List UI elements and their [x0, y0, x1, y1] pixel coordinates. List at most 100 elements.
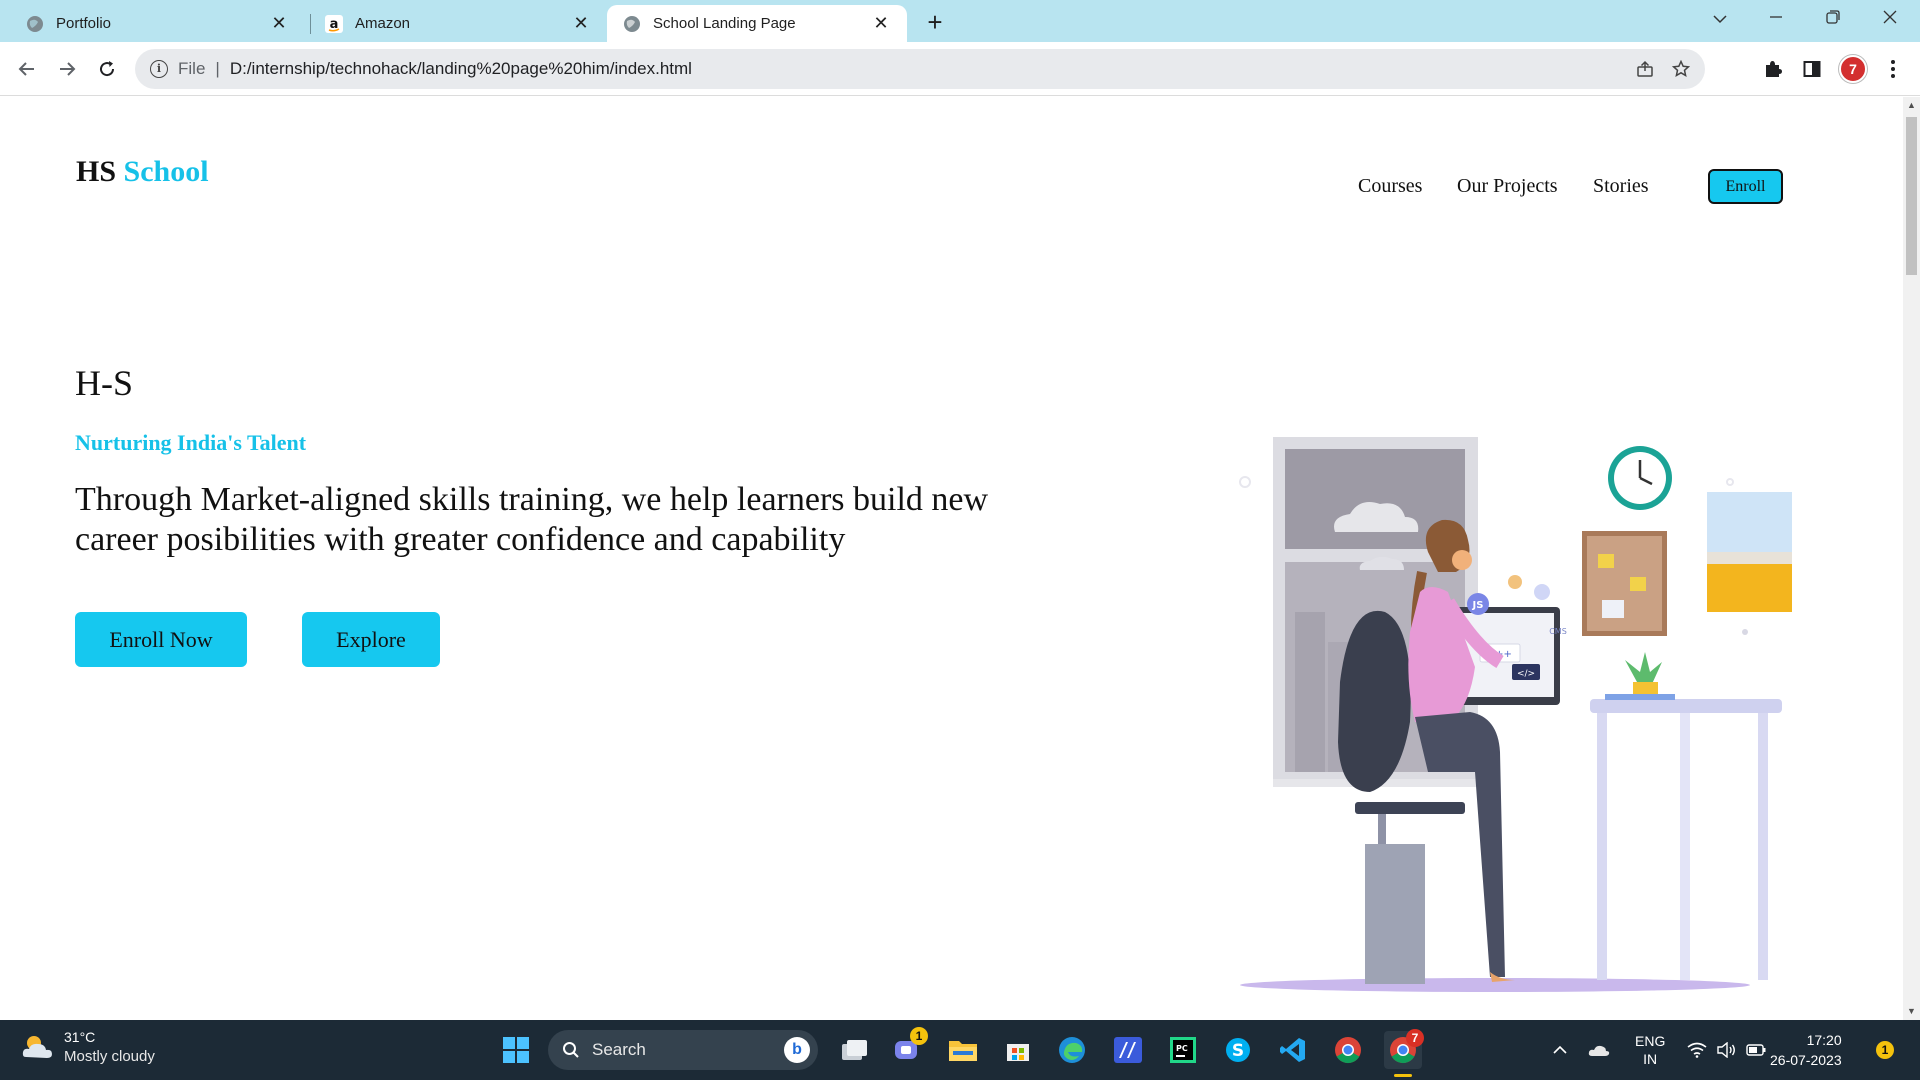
chrome-icon[interactable]: [1329, 1031, 1367, 1069]
microsoft-store-icon[interactable]: [999, 1031, 1037, 1069]
hero-description: Through Market-aligned skills training, …: [75, 481, 989, 558]
screen-tag: </>: [1517, 669, 1535, 679]
skype-icon[interactable]: S: [1219, 1031, 1257, 1069]
logo-part-2: School: [123, 155, 209, 188]
url-text[interactable]: D:/internship/technohack/landing%20page%…: [230, 59, 1627, 79]
browser-toolbar: i File | D:/internship/technohack/landin…: [0, 42, 1920, 96]
extensions-puzzle-icon[interactable]: [1758, 54, 1788, 84]
weather-widget[interactable]: 31°C Mostly cloudy: [20, 1028, 155, 1066]
plant-icon: [1625, 652, 1662, 684]
weather-condition: Mostly cloudy: [64, 1048, 155, 1065]
show-hidden-icons[interactable]: [1552, 1020, 1568, 1080]
profile-avatar[interactable]: 7: [1838, 54, 1868, 84]
code-app-icon[interactable]: [1109, 1031, 1147, 1069]
forward-button[interactable]: [52, 54, 82, 84]
scroll-down-icon[interactable]: ▼: [1903, 1003, 1920, 1020]
close-icon[interactable]: ✕: [267, 12, 291, 36]
volume-icon[interactable]: [1716, 1020, 1736, 1080]
explore-button[interactable]: Explore: [302, 612, 440, 667]
address-bar[interactable]: i File | D:/internship/technohack/landin…: [135, 49, 1705, 89]
wifi-icon[interactable]: [1687, 1020, 1707, 1080]
svg-text:S: S: [1232, 1041, 1244, 1061]
amazon-icon: a: [325, 14, 343, 33]
cloud-sun-icon: [22, 1036, 52, 1058]
url-divider: |: [215, 59, 220, 78]
search-icon: [563, 1042, 579, 1058]
chrome-active-icon[interactable]: 7: [1384, 1029, 1424, 1077]
reload-icon: [100, 61, 115, 77]
pycharm-icon[interactable]: PC: [1164, 1031, 1202, 1069]
bing-icon[interactable]: b: [784, 1037, 810, 1063]
hero-illustration: C++ </> JS CMS: [1239, 437, 1792, 992]
weather-temperature: 31°C: [64, 1029, 96, 1045]
language-line-1: ENG: [1635, 1033, 1666, 1049]
battery-icon[interactable]: [1746, 1020, 1766, 1080]
person-pants: [1415, 712, 1505, 977]
tab-title: School Landing Page: [653, 15, 796, 32]
site-logo[interactable]: HS School: [76, 155, 209, 189]
scroll-up-icon[interactable]: ▲: [1903, 97, 1920, 114]
menu-kebab-icon[interactable]: [1878, 54, 1908, 84]
back-button[interactable]: [12, 54, 42, 84]
notification-badge[interactable]: 1: [1876, 1041, 1894, 1059]
task-view-icon[interactable]: [835, 1031, 873, 1069]
desk-top: [1590, 699, 1782, 713]
url-scheme: File: [178, 59, 206, 78]
globe-icon: [623, 15, 641, 33]
file-explorer-icon[interactable]: [944, 1031, 982, 1069]
info-icon[interactable]: i: [150, 60, 168, 78]
tab-search-chevron-icon[interactable]: [1700, 4, 1740, 36]
onedrive-cloud-icon[interactable]: [1588, 1020, 1610, 1080]
scrollbar-thumb[interactable]: [1906, 117, 1917, 275]
profile-badge: 7: [1839, 55, 1867, 83]
hero-subtitle: Nurturing India's Talent: [75, 430, 307, 455]
close-icon[interactable]: ✕: [569, 12, 593, 36]
nav-our-projects[interactable]: Our Projects: [1457, 175, 1558, 198]
logo-part-1: HS: [76, 155, 117, 188]
tab-title: Portfolio: [56, 15, 112, 32]
taskbar-search[interactable]: Search b: [548, 1030, 818, 1070]
clock-time: 17:20: [1806, 1032, 1842, 1048]
language-line-2: IN: [1643, 1051, 1658, 1067]
nav-stories[interactable]: Stories: [1593, 175, 1649, 198]
clock-date: 26-07-2023: [1770, 1052, 1842, 1068]
tab-portfolio[interactable]: Portfolio ✕: [0, 5, 305, 42]
globe-icon: [26, 15, 44, 33]
minimize-button[interactable]: [1756, 4, 1796, 36]
taskbar-clock[interactable]: 17:20 26-07-2023: [1770, 1030, 1842, 1070]
screen-tag: CMS: [1549, 627, 1567, 636]
tab-title: Amazon: [355, 15, 411, 32]
screen-tag: JS: [1472, 600, 1484, 611]
hero-title: H-S: [75, 363, 134, 403]
chrome-badge: 7: [1406, 1029, 1424, 1047]
star-icon[interactable]: [1663, 51, 1699, 87]
teams-badge: 1: [910, 1027, 928, 1045]
language-indicator[interactable]: ENG IN: [1635, 1020, 1665, 1080]
windows-taskbar: 31°C Mostly cloudy Search b 1 PC S 7 ENG…: [0, 1020, 1920, 1080]
windows-start-icon[interactable]: [497, 1031, 535, 1069]
edge-browser-icon[interactable]: [1053, 1031, 1091, 1069]
close-window-button[interactable]: [1870, 4, 1910, 36]
building-shape: [1295, 612, 1325, 772]
arrow-right-icon: [60, 62, 76, 76]
enroll-now-button[interactable]: Enroll Now: [75, 612, 247, 667]
arrow-left-icon: [18, 62, 34, 76]
tab-school-landing-page[interactable]: School Landing Page ✕: [607, 5, 907, 42]
share-icon[interactable]: [1627, 51, 1663, 87]
new-tab-button[interactable]: +: [920, 8, 950, 38]
search-placeholder: Search: [592, 1040, 646, 1059]
tab-amazon[interactable]: a Amazon ✕: [305, 5, 607, 42]
side-panel-icon[interactable]: [1797, 54, 1827, 84]
teams-chat-icon[interactable]: 1: [888, 1027, 928, 1069]
page-viewport: HS School Courses Our Projects Stories E…: [0, 97, 1920, 1020]
vscode-icon[interactable]: [1274, 1031, 1312, 1069]
restore-button[interactable]: [1813, 4, 1853, 36]
reload-button[interactable]: [92, 54, 122, 84]
nav-courses[interactable]: Courses: [1358, 175, 1422, 198]
tab-strip: Portfolio ✕ a Amazon ✕ School Landing Pa…: [0, 0, 1920, 42]
nav-enroll-button[interactable]: Enroll: [1708, 169, 1783, 204]
active-indicator: [1394, 1074, 1412, 1077]
close-icon[interactable]: ✕: [869, 12, 893, 36]
page-scrollbar[interactable]: ▲ ▼: [1903, 97, 1920, 1020]
svg-text:PC: PC: [1176, 1044, 1188, 1053]
